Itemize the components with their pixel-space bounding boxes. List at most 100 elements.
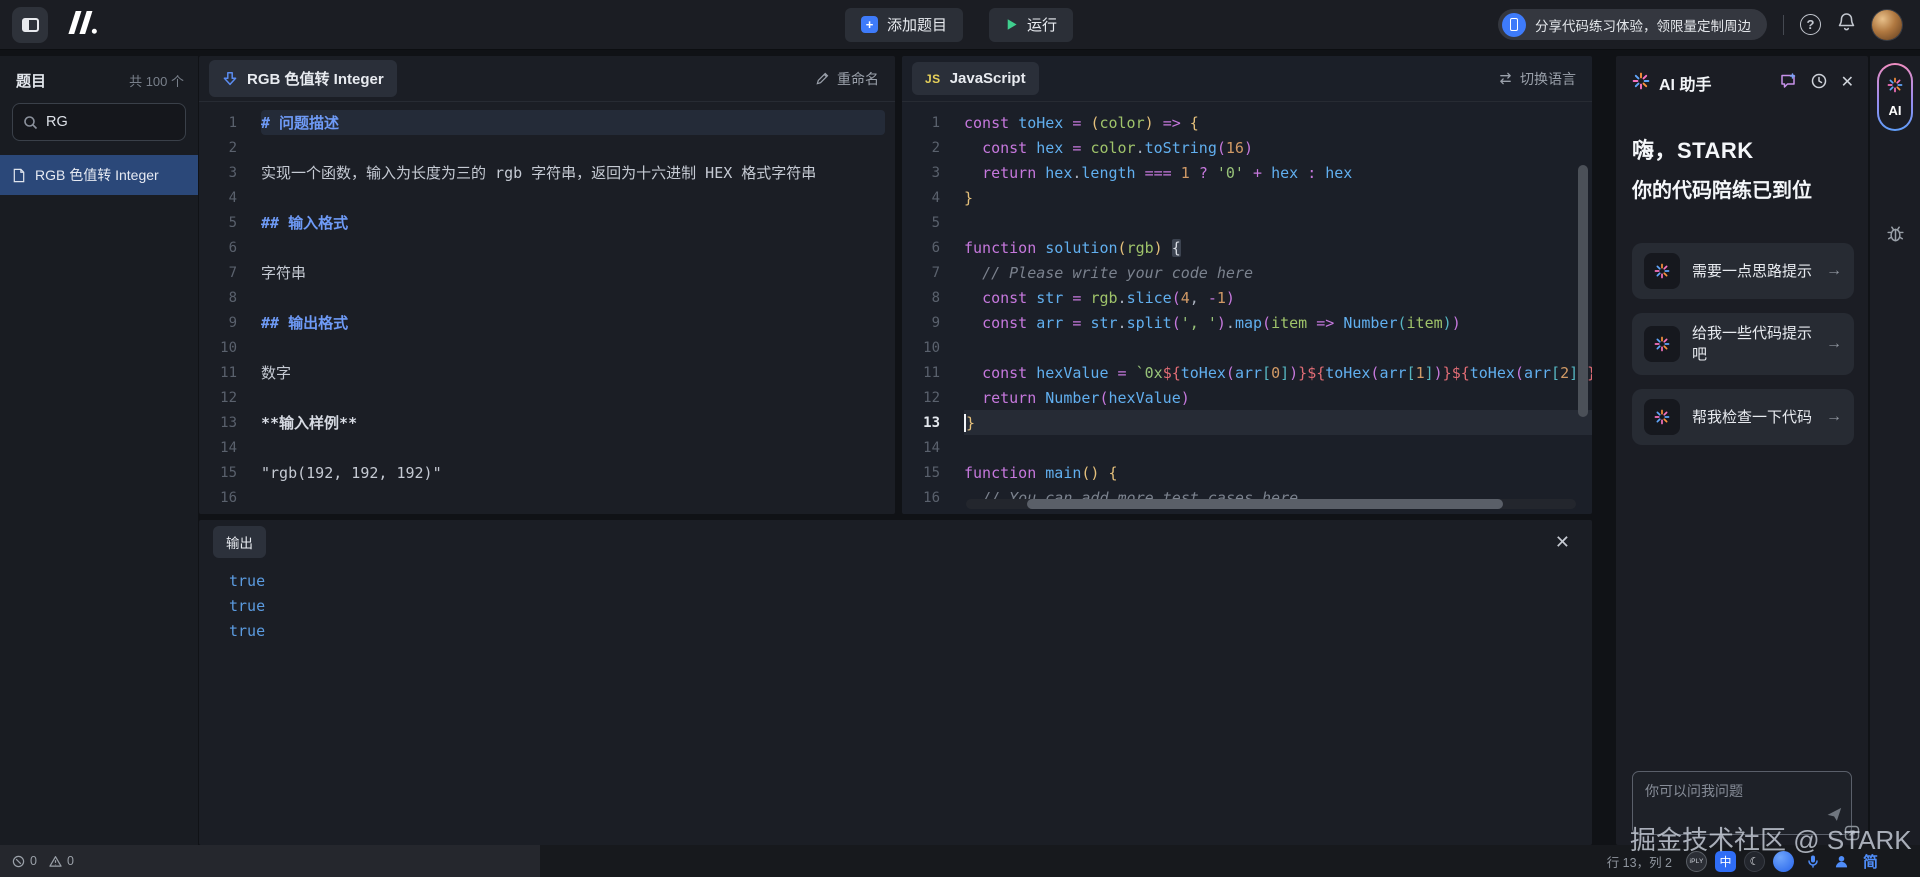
ai-assistant-panel: AI 助手 ✕ 嗨，STARK 你的代码陪练已到位 需要一点思路提示→给我一些代…: [1616, 56, 1868, 845]
ai-chip-label: AI: [1889, 103, 1902, 118]
problem-line[interactable]: 6: [199, 235, 895, 260]
tray-icon-apps-grid[interactable]: [1889, 851, 1910, 872]
errors-status[interactable]: 0: [12, 854, 37, 868]
problem-line[interactable]: 9## 输出格式: [199, 310, 895, 335]
tray-icon-simpread[interactable]: 简: [1860, 851, 1881, 872]
topbar: + 添加题目 运行 分享代码练习体验，领限量定制周边 ?: [0, 0, 1920, 50]
problem-line[interactable]: 3实现一个函数，输入为长度为三的 rgb 字符串，返回为十六进制 HEX 格式字…: [199, 160, 895, 185]
problem-line[interactable]: 12: [199, 385, 895, 410]
language-tab-label: JavaScript: [950, 70, 1026, 87]
code-editor[interactable]: 1const toHex = (color) => {2 const hex =…: [902, 103, 1592, 514]
ai-greeting-name: 嗨，STARK: [1632, 133, 1852, 165]
search-value: RG: [46, 114, 68, 130]
history-icon[interactable]: [1810, 72, 1828, 95]
code-line[interactable]: 14: [902, 435, 1592, 460]
problem-line[interactable]: 16: [199, 485, 895, 510]
tray-icon-extension[interactable]: [1773, 851, 1794, 872]
sidebar-item-problem[interactable]: RGB 色值转 Integer: [0, 155, 198, 195]
code-line[interactable]: 9 const arr = str.split(', ').map(item =…: [902, 310, 1592, 335]
code-line[interactable]: 12 return Number(hexValue): [902, 385, 1592, 410]
ai-input-placeholder: 你可以问我问题: [1633, 772, 1851, 810]
promo-banner[interactable]: 分享代码练习体验，领限量定制周边: [1498, 9, 1767, 40]
run-button[interactable]: 运行: [989, 8, 1073, 42]
problem-line[interactable]: 2: [199, 135, 895, 160]
ai-suggestion-card[interactable]: 帮我检查一下代码→: [1632, 389, 1854, 445]
switch-language-button[interactable]: 切换语言: [1498, 69, 1576, 89]
add-problem-label: 添加题目: [887, 14, 947, 35]
output-tab[interactable]: 输出: [213, 526, 266, 558]
ai-suggestion-card[interactable]: 需要一点思路提示→: [1632, 243, 1854, 299]
tray-icon-iply[interactable]: iPLY: [1686, 851, 1707, 872]
problem-list: RGB 色值转 Integer: [0, 155, 198, 195]
ai-suggestion-card[interactable]: 给我一些代码提示吧→: [1632, 313, 1854, 375]
plus-icon: +: [861, 16, 878, 33]
warnings-status[interactable]: 0: [49, 854, 74, 868]
code-line[interactable]: 13}: [902, 410, 1592, 435]
search-input[interactable]: RG: [12, 103, 186, 141]
tray-icon-darkmode[interactable]: ☾: [1744, 851, 1765, 872]
code-line[interactable]: 8 const str = rgb.slice(4, -1): [902, 285, 1592, 310]
ai-suggestion-cards: 需要一点思路提示→ 给我一些代码提示吧→ 帮我检查一下代码→: [1632, 243, 1854, 445]
app-logo[interactable]: [66, 11, 98, 39]
problem-line[interactable]: 13**输入样例**: [199, 410, 895, 435]
ai-toggle-button[interactable]: AI: [1877, 63, 1913, 131]
help-icon[interactable]: ?: [1800, 14, 1821, 35]
problem-line[interactable]: 7字符串: [199, 260, 895, 285]
ai-close-icon[interactable]: ✕: [1841, 75, 1854, 91]
rename-button[interactable]: 重命名: [815, 69, 879, 89]
code-line[interactable]: 2 const hex = color.toString(16): [902, 135, 1592, 160]
horizontal-scrollbar[interactable]: [966, 499, 1576, 509]
js-badge: JS: [925, 72, 941, 86]
add-problem-button[interactable]: + 添加题目: [845, 8, 963, 42]
ai-chat-input[interactable]: 你可以问我问题: [1632, 771, 1852, 835]
problem-line[interactable]: 5## 输入格式: [199, 210, 895, 235]
debug-bug-icon[interactable]: [1885, 223, 1906, 249]
user-avatar[interactable]: [1872, 10, 1902, 40]
vertical-scrollbar[interactable]: [1578, 165, 1588, 417]
code-line[interactable]: 10: [902, 335, 1592, 360]
sidebar-title: 题目: [16, 70, 46, 91]
document-icon: [12, 168, 26, 183]
code-line[interactable]: 5: [902, 210, 1592, 235]
tray-icon-contacts[interactable]: [1831, 851, 1852, 872]
output-line: true: [229, 593, 1592, 618]
card-sparkle-icon: [1644, 253, 1680, 289]
right-toolbar: AI: [1869, 56, 1920, 845]
arrow-right-icon: →: [1826, 408, 1842, 426]
problem-line[interactable]: 8: [199, 285, 895, 310]
problem-line[interactable]: 11数字: [199, 360, 895, 385]
code-line[interactable]: 3 return hex.length === 1 ? '0' + hex : …: [902, 160, 1592, 185]
code-line[interactable]: 11 const hexValue = `0x${toHex(arr[0])}$…: [902, 360, 1592, 385]
problem-line[interactable]: 15"rgb(192, 192, 192)": [199, 460, 895, 485]
ai-sparkle-icon: [1632, 72, 1650, 95]
code-line[interactable]: 4}: [902, 185, 1592, 210]
code-line[interactable]: 7 // Please write your code here: [902, 260, 1592, 285]
code-line[interactable]: 1const toHex = (color) => {: [902, 110, 1592, 135]
bell-icon[interactable]: [1837, 12, 1856, 37]
output-lines: truetruetrue: [199, 564, 1592, 643]
output-close-icon[interactable]: ✕: [1555, 533, 1570, 551]
problem-line[interactable]: 10: [199, 335, 895, 360]
sidebar-toggle-button[interactable]: [12, 7, 48, 43]
play-icon: [1005, 18, 1018, 31]
problem-line[interactable]: 1# 问题描述: [199, 110, 895, 135]
error-icon: [12, 855, 25, 868]
code-line[interactable]: 15function main() {: [902, 460, 1592, 485]
tray-icon-microphone[interactable]: [1802, 851, 1823, 872]
problem-tab[interactable]: RGB 色值转 Integer: [209, 60, 397, 97]
output-line: true: [229, 618, 1592, 643]
code-line[interactable]: 6function solution(rgb) {: [902, 235, 1592, 260]
status-bar: 0 0 行 13，列 2 iPLY 中 ☾ 简: [0, 845, 1920, 877]
problem-line[interactable]: 14: [199, 435, 895, 460]
cursor-position[interactable]: 行 13，列 2: [1607, 852, 1672, 871]
problems-sidebar: 题目 共 100 个 RG RGB 色值转 Integer: [0, 56, 198, 845]
problem-editor[interactable]: 1# 问题描述23实现一个函数，输入为长度为三的 rgb 字符串，返回为十六进制…: [199, 103, 895, 514]
popout-chat-icon[interactable]: [1841, 822, 1863, 844]
card-sparkle-icon: [1644, 399, 1680, 435]
tray-icon-translate[interactable]: 中: [1715, 851, 1736, 872]
new-chat-icon[interactable]: [1779, 72, 1797, 95]
language-tab[interactable]: JS JavaScript: [912, 62, 1039, 95]
problem-line[interactable]: 4: [199, 185, 895, 210]
logo-icon: [66, 11, 98, 34]
horizontal-scrollbar-thumb[interactable]: [1027, 499, 1503, 509]
